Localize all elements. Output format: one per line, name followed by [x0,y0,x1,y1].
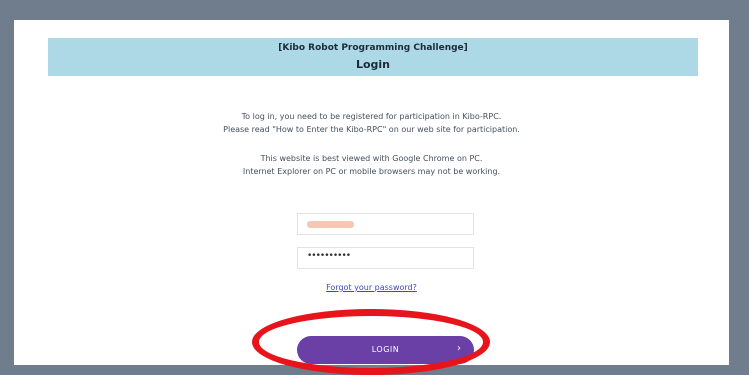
challenge-title: [Kibo Robot Programming Challenge] [278,43,468,53]
login-card: [Kibo Robot Programming Challenge] Login… [14,20,729,365]
browser-note-line-2: Internet Explorer on PC or mobile browse… [242,167,501,176]
page-title: Login [355,58,391,71]
password-field[interactable]: •••••••••• [297,247,474,269]
intro-text: To log in, you need to be registered for… [14,110,729,136]
username-field[interactable] [297,213,474,235]
login-button[interactable]: LOGIN › [297,336,474,364]
username-value-redacted [307,221,354,228]
password-value: •••••••••• [307,251,351,261]
forgot-password-link[interactable]: Forgot your password? [14,283,729,292]
browser-note: This website is best viewed with Google … [14,152,729,178]
intro-line-2: Please read "How to Enter the Kibo-RPC" … [223,125,520,134]
chevron-right-icon: › [457,343,461,354]
header-banner: [Kibo Robot Programming Challenge] Login [48,38,698,76]
login-button-label: LOGIN [371,345,400,354]
browser-note-line-1: This website is best viewed with Google … [260,154,483,163]
intro-line-1: To log in, you need to be registered for… [241,112,502,121]
